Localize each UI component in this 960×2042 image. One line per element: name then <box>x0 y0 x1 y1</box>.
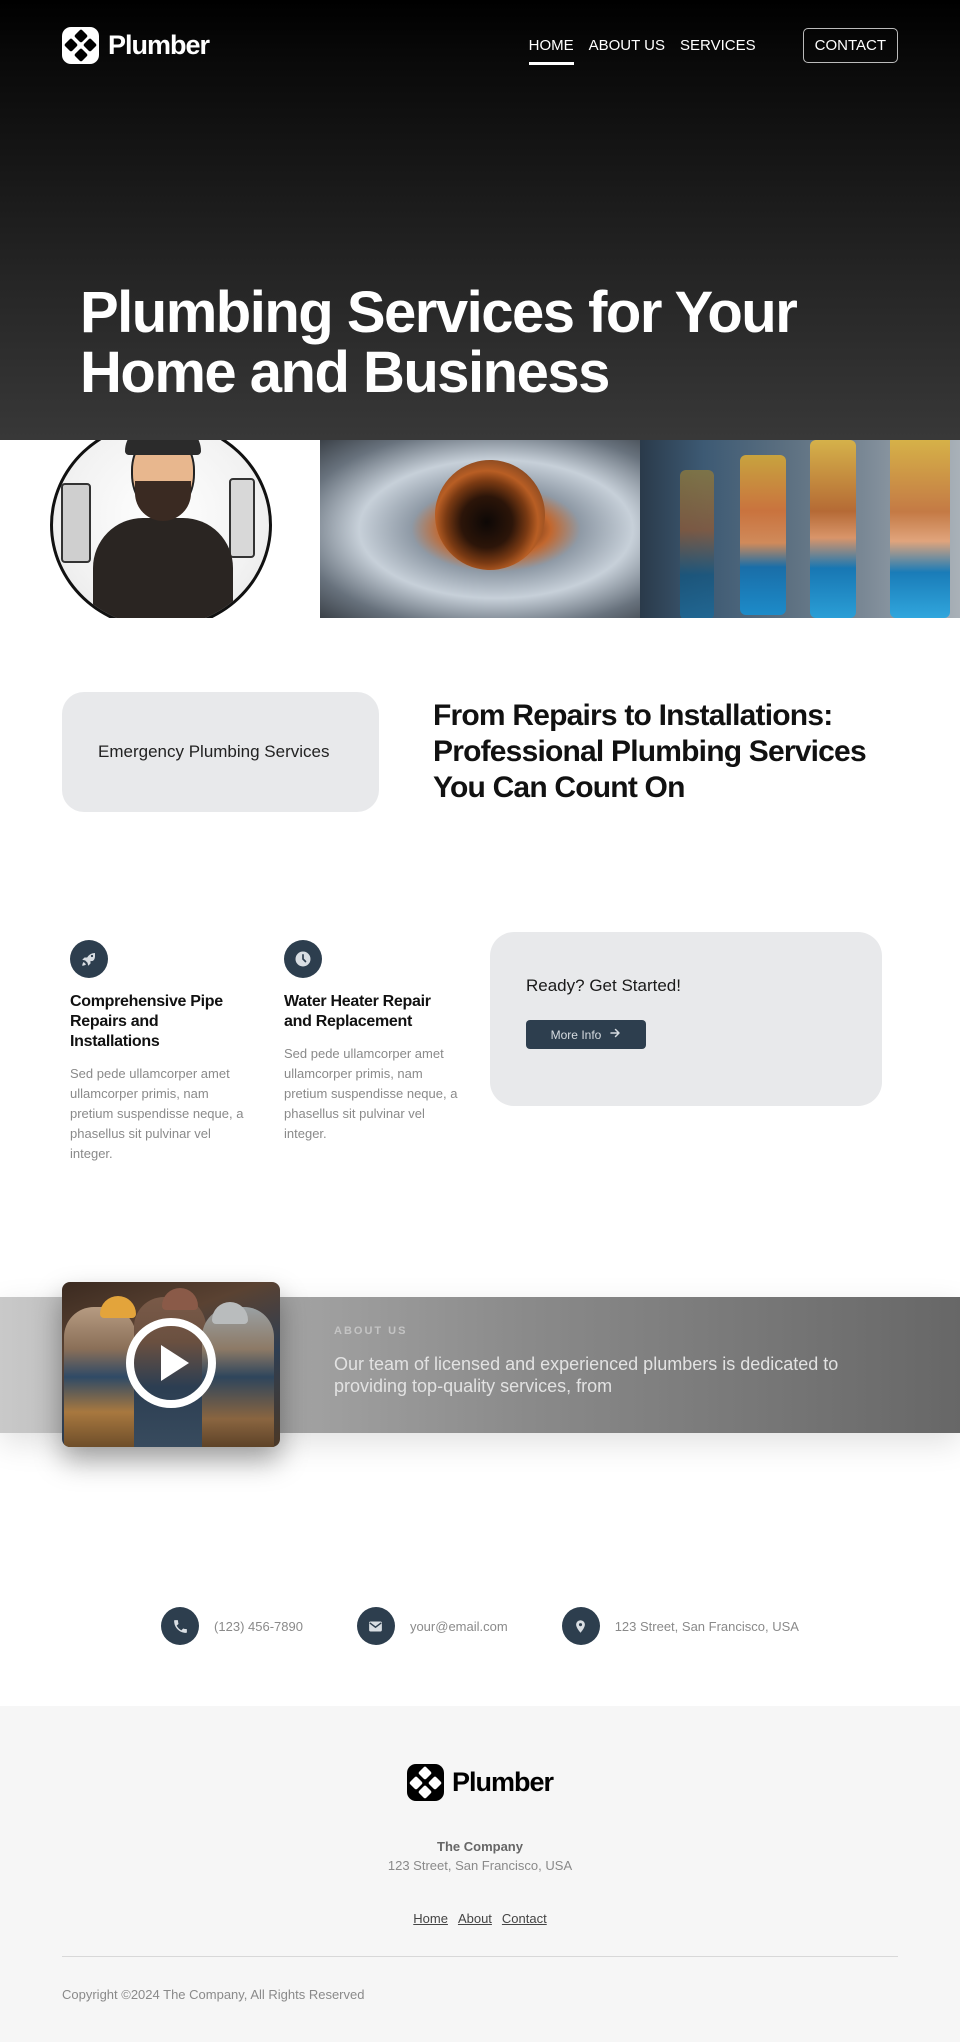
clock-icon <box>284 940 322 978</box>
cta-title: Ready? Get Started! <box>526 976 681 995</box>
rocket-icon <box>70 940 108 978</box>
more-info-label: More Info <box>550 1027 602 1042</box>
about-text: ABOUT US Our team of licensed and experi… <box>334 1325 894 1397</box>
footer-link-contact[interactable]: Contact <box>502 1911 547 1926</box>
about-label: ABOUT US <box>334 1325 408 1337</box>
nav-link-services[interactable]: SERVICES <box>680 31 756 60</box>
envelope-icon <box>356 1607 395 1645</box>
contact-address[interactable]: 123 Street, San Francisco, USA <box>561 1607 799 1645</box>
map-pin-icon <box>561 1607 600 1645</box>
footer-address: 123 Street, San Francisco, USA <box>387 1858 573 1873</box>
contact-phone[interactable]: (123) 456-7890 <box>161 1607 303 1645</box>
contact-address-text: 123 Street, San Francisco, USA <box>614 1618 799 1634</box>
video-thumbnail[interactable] <box>62 1282 280 1447</box>
feature-title: Water Heater Repair and Replacement <box>284 993 431 1030</box>
features-section: Comprehensive Pipe Repairs and Installat… <box>0 812 960 1164</box>
play-icon[interactable] <box>126 1318 216 1408</box>
contact-email[interactable]: your@email.com <box>356 1607 508 1645</box>
hero-title-line-1: Plumbing Services for Your <box>80 280 798 345</box>
nav-link-home[interactable]: HOME <box>528 31 574 65</box>
about-section: ABOUT US Our team of licensed and experi… <box>0 1282 960 1462</box>
plumber-mascot-image <box>0 440 320 618</box>
hero-title: Plumbing Services for Your Home and Busi… <box>80 280 798 405</box>
footer-brand-name: Plumber <box>451 1767 554 1797</box>
contact-button[interactable]: CONTACT <box>802 27 898 63</box>
brand-name: Plumber <box>108 29 210 60</box>
top-nav: Plumber HOME ABOUT US SERVICES CONTACT <box>0 0 960 90</box>
footer-link-home[interactable]: Home <box>413 1911 448 1926</box>
intro-section: Emergency Plumbing Services From Repairs… <box>0 618 960 812</box>
contact-strip: (123) 456-7890 your@email.com 123 Street… <box>0 1596 960 1656</box>
copper-valves-image <box>640 440 960 618</box>
contact-phone-text: (123) 456-7890 <box>214 1618 303 1634</box>
leaking-pipe-image <box>320 440 640 618</box>
feature-description: Sed pede ullamcorper amet ullamcorper pr… <box>284 1046 458 1141</box>
nav-link-about-us[interactable]: ABOUT US <box>589 31 665 60</box>
image-gallery <box>0 440 960 618</box>
contact-email-text: your@email.com <box>409 1618 508 1634</box>
get-started-card: Ready? Get Started! More Info <box>490 932 882 1106</box>
hero-title-line-2: Home and Business <box>80 340 610 405</box>
about-body: Our team of licensed and experienced plu… <box>334 1354 839 1396</box>
footer-link-about[interactable]: About <box>458 1911 492 1926</box>
logo-icon <box>62 26 99 64</box>
footer-logo-icon <box>406 1764 444 1801</box>
more-info-button[interactable]: More Info <box>526 1020 646 1049</box>
footer-brand[interactable]: Plumber <box>62 1764 898 1801</box>
phone-icon <box>161 1607 200 1645</box>
hero-section: Plumber HOME ABOUT US SERVICES CONTACT P… <box>0 0 960 440</box>
feature-title: Comprehensive Pipe Repairs and Installat… <box>70 993 223 1050</box>
footer-divider <box>62 1956 898 1957</box>
footer-links: Home About Contact <box>62 1911 898 1926</box>
footer: Plumber The Company 123 Street, San Fran… <box>0 1706 960 2042</box>
brand-logo-link[interactable]: Plumber <box>62 26 210 64</box>
emergency-services-card: Emergency Plumbing Services <box>62 692 379 812</box>
copyright: Copyright ©2024 The Company, All Rights … <box>62 1987 365 2002</box>
intro-heading: From Repairs to Installations: Professio… <box>433 699 867 804</box>
feature-pipe-repairs: Comprehensive Pipe Repairs and Installat… <box>62 932 276 1164</box>
nav-links: HOME ABOUT US SERVICES CONTACT <box>528 27 898 65</box>
arrow-right-icon <box>609 1027 621 1042</box>
feature-water-heater: Water Heater Repair and Replacement Sed … <box>276 932 490 1144</box>
footer-company: The Company <box>437 1839 523 1854</box>
feature-description: Sed pede ullamcorper amet ullamcorper pr… <box>70 1066 244 1161</box>
